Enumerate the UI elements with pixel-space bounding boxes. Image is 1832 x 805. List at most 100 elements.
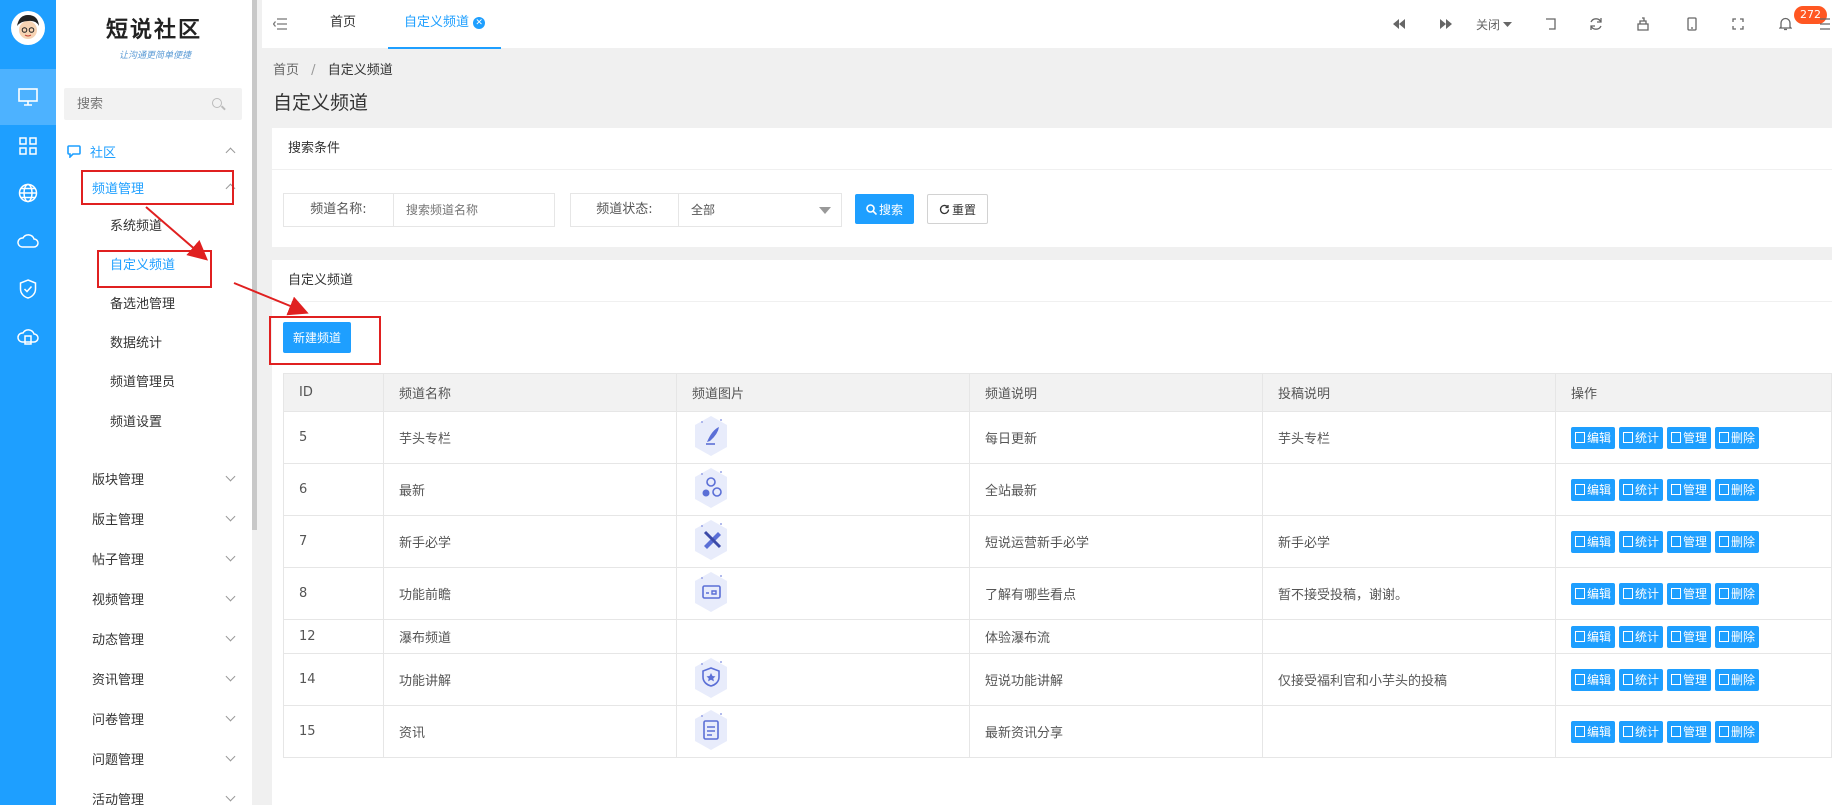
action-label: 管理 xyxy=(1683,587,1708,601)
pencil-ruler-icon xyxy=(692,518,730,566)
sidebar-item-post-mgmt[interactable]: 帖子管理 xyxy=(56,547,252,569)
sidebar-item-survey-mgmt[interactable]: 问卷管理 xyxy=(56,707,252,729)
copy-file-icon xyxy=(1575,674,1585,685)
monitor-icon[interactable] xyxy=(0,69,56,125)
delete-button[interactable]: 删除 xyxy=(1715,668,1760,691)
sidebar-subitem-channel-settings[interactable]: 频道设置 xyxy=(56,410,252,430)
sidebar-subitem-channel-admins[interactable]: 频道管理员 xyxy=(56,370,252,390)
edit-button[interactable]: 编辑 xyxy=(1571,530,1616,553)
bell-icon[interactable] xyxy=(1776,15,1794,33)
sidebar-item-label: 资讯管理 xyxy=(92,672,145,688)
copy-file-icon xyxy=(1623,726,1634,737)
edit-button[interactable]: 编辑 xyxy=(1571,478,1616,501)
action-label: 编辑 xyxy=(1587,483,1612,497)
delete-button[interactable]: 删除 xyxy=(1715,582,1760,605)
reset-button[interactable]: 重置 xyxy=(927,194,988,224)
sidebar-item-feed-mgmt[interactable]: 动态管理 xyxy=(56,627,252,649)
stats-button[interactable]: 统计 xyxy=(1619,478,1664,501)
scroll-left-icon[interactable] xyxy=(1390,15,1408,33)
more-menu-icon[interactable] xyxy=(1818,15,1832,33)
manage-button[interactable]: 管理 xyxy=(1667,426,1712,449)
manage-button[interactable]: 管理 xyxy=(1667,668,1712,691)
cell-desc: 最新资讯分享 xyxy=(969,705,1263,758)
stats-button[interactable]: 统计 xyxy=(1619,426,1664,449)
cell-actions: 编辑 统计 管理 删除 xyxy=(1555,619,1832,654)
sidebar-item-question-mgmt[interactable]: 问题管理 xyxy=(56,747,252,769)
delete-button[interactable]: 删除 xyxy=(1715,478,1760,501)
sidebar-item-moderator-mgmt[interactable]: 版主管理 xyxy=(56,507,252,529)
sidebar-item-label: 版主管理 xyxy=(92,512,145,528)
sidebar-item-label: 频道设置 xyxy=(110,414,163,430)
menu-collapse-icon[interactable] xyxy=(272,15,288,33)
close-tabs-dropdown[interactable]: 关闭 xyxy=(1472,15,1516,33)
stats-button[interactable]: 统计 xyxy=(1619,625,1664,648)
sidebar-item-event-mgmt[interactable]: 活动管理 xyxy=(56,787,252,805)
sidebar-search-input[interactable] xyxy=(64,88,204,120)
cloud-server-icon[interactable] xyxy=(0,309,56,365)
sidebar-item-label: 活动管理 xyxy=(92,792,145,805)
clear-cache-icon[interactable] xyxy=(1634,15,1652,33)
sidebar-item-news-mgmt[interactable]: 资讯管理 xyxy=(56,667,252,689)
sidebar-item-label: 备选池管理 xyxy=(110,296,176,312)
close-label: 关闭 xyxy=(1475,17,1500,32)
action-label: 删除 xyxy=(1731,630,1756,644)
search-icon xyxy=(866,203,877,215)
sidebar-item-label: 社区 xyxy=(90,145,117,161)
search-button[interactable]: 搜索 xyxy=(855,194,914,224)
channel-name-input[interactable] xyxy=(396,194,552,226)
user-avatar[interactable] xyxy=(11,11,45,45)
cell-actions: 编辑 统计 管理 删除 xyxy=(1555,463,1832,516)
sidebar-subitem-system-channel[interactable]: 系统频道 xyxy=(56,214,252,234)
cell-id: 7 xyxy=(283,515,384,568)
edit-button[interactable]: 编辑 xyxy=(1571,582,1616,605)
delete-button[interactable]: 删除 xyxy=(1715,625,1760,648)
back-icon[interactable] xyxy=(1542,15,1560,33)
channel-status-select[interactable]: 全部 xyxy=(691,194,831,226)
action-label: 管理 xyxy=(1683,483,1708,497)
sidebar-scrollbar[interactable] xyxy=(252,0,257,530)
fullscreen-icon[interactable] xyxy=(1729,15,1747,33)
stats-button[interactable]: 统计 xyxy=(1619,668,1664,691)
sidebar-item-video-mgmt[interactable]: 视频管理 xyxy=(56,587,252,609)
manage-button[interactable]: 管理 xyxy=(1667,720,1712,743)
sidebar: 短说社区 让沟通更简单便捷 社区 频道管理 系统频道 自定义频道 备选池管理 数… xyxy=(56,0,252,805)
copy-file-icon xyxy=(1575,588,1585,599)
stats-button[interactable]: 统计 xyxy=(1619,582,1664,605)
sidebar-search[interactable] xyxy=(64,88,242,120)
action-label: 编辑 xyxy=(1587,431,1612,445)
copy-file-icon xyxy=(1575,432,1585,443)
manage-button[interactable]: 管理 xyxy=(1667,530,1712,553)
edit-button[interactable]: 编辑 xyxy=(1571,720,1616,743)
sidebar-item-board-mgmt[interactable]: 版块管理 xyxy=(56,467,252,489)
mobile-preview-icon[interactable] xyxy=(1683,15,1701,33)
tab-custom-channel[interactable]: 自定义频道 ✕ xyxy=(388,0,502,49)
delete-button[interactable]: 删除 xyxy=(1715,426,1760,449)
delete-button[interactable]: 删除 xyxy=(1715,720,1760,743)
table-row: 12 瀑布频道 体验瀑布流 编辑 统计 管理 删除 xyxy=(283,619,1832,654)
sidebar-subitem-candidate-pool[interactable]: 备选池管理 xyxy=(56,292,252,312)
breadcrumb-home[interactable]: 首页 xyxy=(273,63,299,78)
search-icon[interactable] xyxy=(212,98,222,108)
scroll-right-icon[interactable] xyxy=(1437,15,1455,33)
stats-button[interactable]: 统计 xyxy=(1619,530,1664,553)
brand-slogan: 让沟通更简单便捷 xyxy=(118,51,191,61)
tab-home[interactable]: 首页 xyxy=(330,0,372,49)
action-label: 编辑 xyxy=(1587,725,1612,739)
manage-button[interactable]: 管理 xyxy=(1667,582,1712,605)
sidebar-subitem-statistics[interactable]: 数据统计 xyxy=(56,331,252,351)
edit-button[interactable]: 编辑 xyxy=(1571,668,1616,691)
sidebar-item-community[interactable]: 社区 xyxy=(56,140,252,162)
caret-down-icon xyxy=(1503,21,1512,27)
cell-image xyxy=(676,515,970,568)
manage-button[interactable]: 管理 xyxy=(1667,625,1712,648)
edit-button[interactable]: 编辑 xyxy=(1571,426,1616,449)
manage-button[interactable]: 管理 xyxy=(1667,478,1712,501)
refresh-icon[interactable] xyxy=(1587,15,1605,33)
stats-button[interactable]: 统计 xyxy=(1619,720,1664,743)
delete-button[interactable]: 删除 xyxy=(1715,530,1760,553)
action-label: 统计 xyxy=(1635,535,1660,549)
caret-down-icon[interactable] xyxy=(819,207,831,214)
cell-id: 6 xyxy=(283,463,384,516)
edit-button[interactable]: 编辑 xyxy=(1571,625,1616,648)
close-tab-icon[interactable]: ✕ xyxy=(473,17,486,29)
